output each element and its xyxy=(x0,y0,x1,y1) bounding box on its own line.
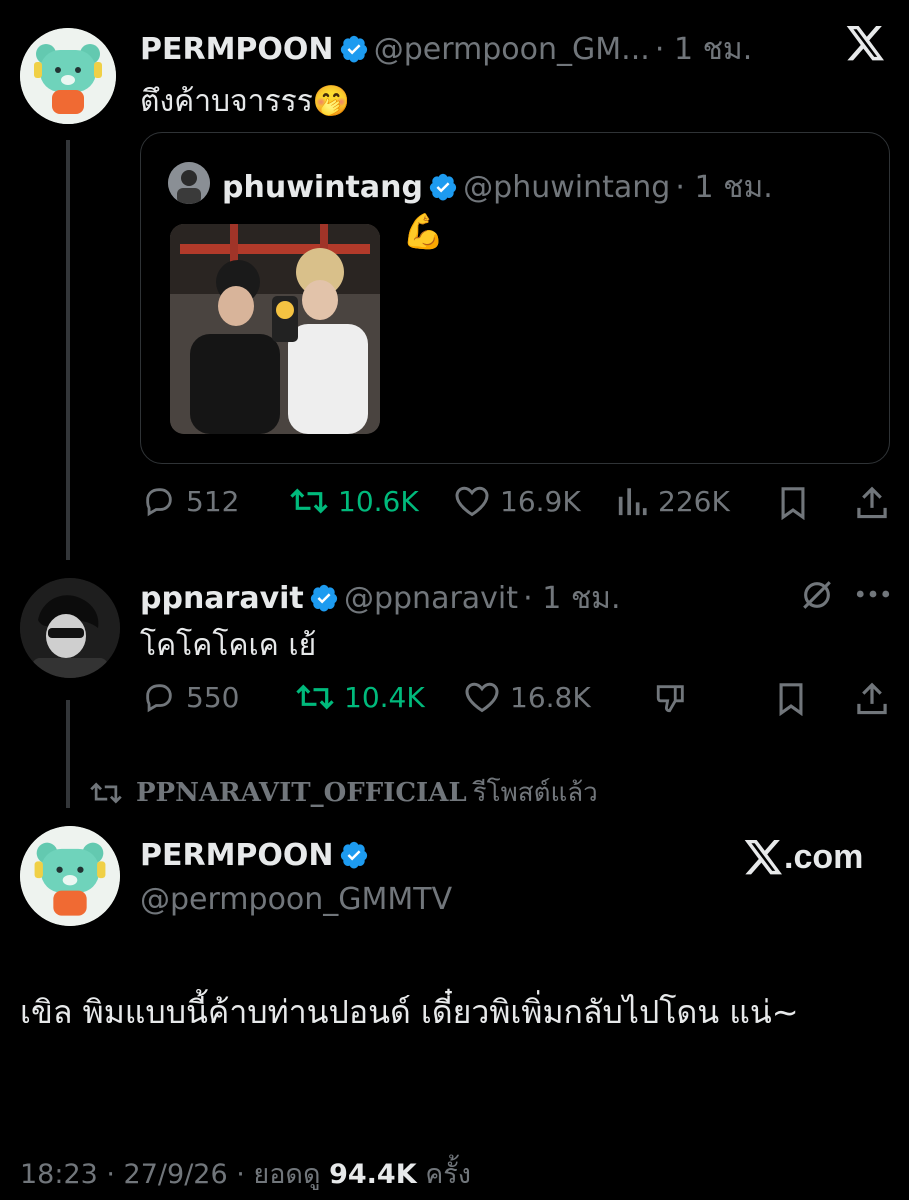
share-icon[interactable] xyxy=(856,680,888,716)
quote-time[interactable]: · 1 ชม. xyxy=(675,170,772,205)
like-icon xyxy=(465,682,499,713)
repost-icon xyxy=(90,781,122,804)
author-name[interactable]: ppnaravit xyxy=(140,581,304,616)
reply-icon xyxy=(146,684,172,713)
views-suffix: ครั้ง xyxy=(425,1159,471,1190)
repost-banner-user[interactable]: PPNARAVIT_OFFICIAL xyxy=(136,778,467,808)
reply-count: 512 xyxy=(186,484,240,518)
views-count: 94.4K xyxy=(329,1159,417,1190)
main-tweet-text: เขิล พิมแบบนี้ค้าบท่านปอนด์ เดี๋ยวพิเพิ่… xyxy=(20,993,799,1031)
repost-banner-label: รีโพสต์แล้ว xyxy=(472,778,598,808)
quote-header: phuwintang @phuwintang · 1 ชม. xyxy=(222,164,773,211)
reply-button[interactable]: 550 xyxy=(142,680,239,714)
like-count: 16.8K xyxy=(510,680,591,714)
tweet-header: PERMPOON @permpoon_GM... · 1 ชม. xyxy=(140,26,752,73)
like-button[interactable]: 16.9K xyxy=(454,484,581,518)
author-name[interactable]: PERMPOON xyxy=(140,838,334,873)
bookmark-icon[interactable] xyxy=(778,486,808,520)
author-name[interactable]: PERMPOON xyxy=(140,32,334,67)
x-logo-icon[interactable] xyxy=(846,26,886,62)
quote-author-handle[interactable]: @phuwintang xyxy=(463,170,670,205)
verified-badge-icon xyxy=(340,35,367,63)
repost-button[interactable]: 10.4K xyxy=(296,680,425,714)
repost-count: 10.4K xyxy=(344,680,425,714)
avatar[interactable] xyxy=(20,28,116,124)
tweet-text: โคโคโคเค เย้ xyxy=(140,628,317,663)
thread-line xyxy=(66,700,70,808)
views-button[interactable]: 226K xyxy=(616,484,730,518)
person-avatar-icon xyxy=(20,578,120,678)
verified-badge-icon xyxy=(429,173,457,201)
like-icon xyxy=(455,486,489,517)
tweet-meta: 18:23 · 27/9/26 · ยอดดู 94.4K ครั้ง xyxy=(20,1152,471,1195)
reply-icon xyxy=(146,488,172,517)
avatar[interactable] xyxy=(20,578,120,678)
thread-line xyxy=(66,140,70,560)
person-avatar-icon xyxy=(168,162,210,204)
quote-author-name[interactable]: phuwintang xyxy=(222,170,423,205)
verified-badge-icon xyxy=(310,584,337,612)
bear-avatar-icon xyxy=(20,826,120,926)
x-logo-icon xyxy=(744,839,782,874)
repost-count: 10.6K xyxy=(338,484,419,518)
views-count: 226K xyxy=(658,484,730,518)
x-com-text: .com xyxy=(784,838,864,876)
tweet-text: ตึงค้าบจารรร🤭 xyxy=(140,84,351,119)
grok-slash-icon[interactable] xyxy=(800,578,834,612)
quote-avatar[interactable] xyxy=(168,162,210,204)
tweet-time[interactable]: · 1 ชม. xyxy=(655,32,752,67)
bear-avatar-icon xyxy=(20,28,116,124)
reply-button[interactable]: 512 xyxy=(142,484,239,518)
views-icon xyxy=(618,488,647,516)
tweet-time[interactable]: · 1 ชม. xyxy=(523,581,620,616)
repost-icon xyxy=(290,488,328,514)
share-icon[interactable] xyxy=(856,484,888,520)
like-count: 16.9K xyxy=(500,484,581,518)
verified-badge-icon xyxy=(340,841,367,869)
x-com-watermark: .com xyxy=(744,838,863,877)
quote-photo[interactable] xyxy=(170,224,380,434)
repost-button[interactable]: 10.6K xyxy=(290,484,419,518)
repost-banner: PPNARAVIT_OFFICIAL รีโพสต์แล้ว xyxy=(90,772,598,813)
author-handle[interactable]: @permpoon_GM... xyxy=(374,32,650,67)
repost-icon xyxy=(296,684,334,710)
quote-text: 💪 xyxy=(402,212,445,252)
like-button[interactable]: 16.8K xyxy=(464,680,591,714)
dislike-icon[interactable] xyxy=(654,680,688,716)
bookmark-icon[interactable] xyxy=(776,682,806,716)
tweet-header: PERMPOON xyxy=(140,838,369,873)
gym-photo-image xyxy=(170,224,380,434)
more-icon[interactable] xyxy=(856,582,890,606)
avatar[interactable] xyxy=(20,826,120,926)
author-handle[interactable]: @permpoon_GMMTV xyxy=(140,882,452,917)
author-handle[interactable]: @ppnaravit xyxy=(344,581,518,616)
reply-count: 550 xyxy=(186,680,240,714)
tweet-header: ppnaravit @ppnaravit · 1 ชม. xyxy=(140,575,621,622)
tweet-timestamp[interactable]: 18:23 · 27/9/26 · ยอดดู xyxy=(20,1159,321,1190)
